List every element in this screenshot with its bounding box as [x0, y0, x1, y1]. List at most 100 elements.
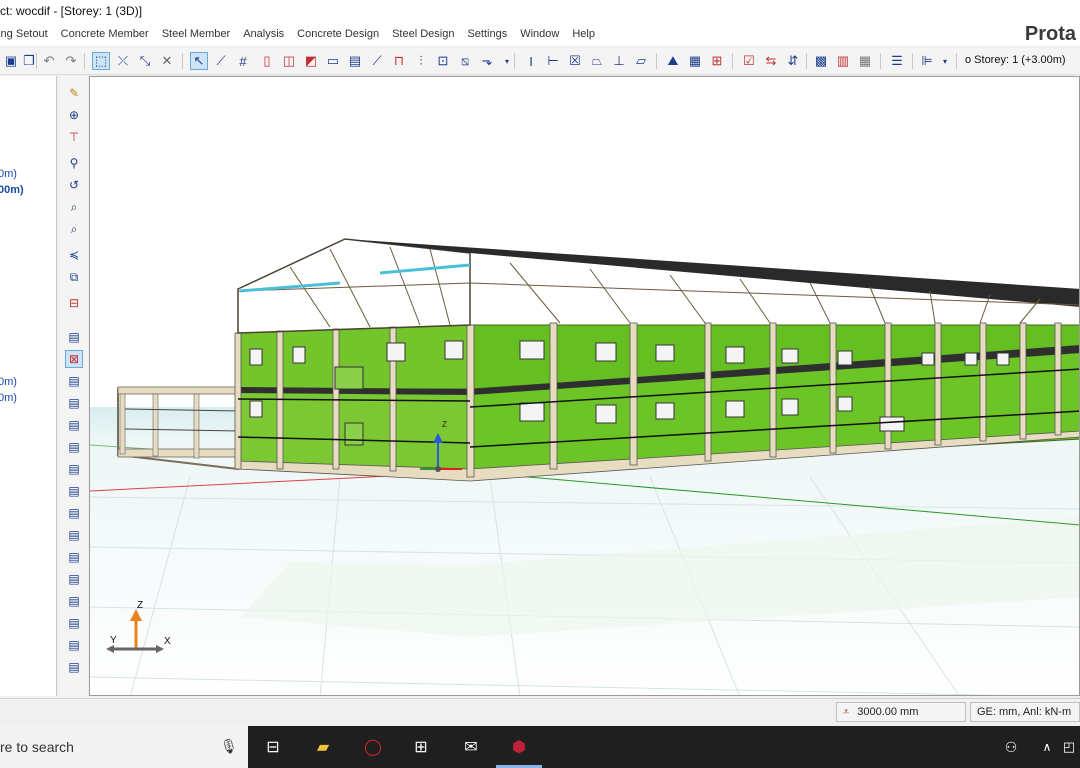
layer-icon[interactable]: ▤ [65, 658, 83, 676]
grid-icon[interactable]: # [234, 52, 252, 70]
layer-icon[interactable]: ▤ [65, 328, 83, 346]
menu-steel-member[interactable]: Steel Member [162, 28, 230, 40]
select-line-icon[interactable]: ⤡ [136, 52, 154, 70]
globe-icon[interactable]: ⊕ [65, 106, 83, 124]
pointer-icon[interactable]: ↖ [190, 52, 208, 70]
task-view-icon[interactable]: ⊟ [262, 736, 284, 758]
layer-edit-icon[interactable]: ⊠ [65, 350, 83, 368]
menu-steel-design[interactable]: Steel Design [392, 28, 454, 40]
3d-model-canvas[interactable]: Z Z Y X [90, 77, 1080, 696]
steel-column-icon[interactable]: I [522, 52, 540, 70]
measure-icon[interactable]: ≼ [65, 246, 83, 264]
network-icon[interactable]: ◰ [1058, 736, 1080, 758]
3d-viewport[interactable]: Z Z Y X [89, 76, 1080, 696]
elevation-field[interactable]: ⩡ 3000.00 mm [836, 702, 966, 722]
menu-concrete-member[interactable]: Concrete Member [61, 28, 149, 40]
footing-icon[interactable]: ⊡ [434, 52, 452, 70]
store-icon[interactable]: ⊞ [410, 736, 432, 758]
zoom-window-icon[interactable]: ⌕ [65, 198, 83, 216]
save-icon[interactable]: ▣ [2, 52, 20, 70]
truss-icon[interactable]: ⏢ [588, 52, 606, 70]
storey-tree-item[interactable]: 0m) [0, 168, 17, 180]
steel-beam-icon[interactable]: ⊢ [544, 52, 562, 70]
layer-icon[interactable]: ▤ [65, 570, 83, 588]
building-icon[interactable]: ▥ [834, 52, 852, 70]
triad-x-label: X [164, 636, 171, 647]
mail-icon[interactable]: ✉ [460, 736, 482, 758]
load-icon[interactable]: ⬎ [478, 52, 496, 70]
check-icon[interactable]: ☑ [740, 52, 758, 70]
dimension-icon[interactable]: ⟋ [212, 52, 230, 70]
brace-icon[interactable]: ⟋ [368, 52, 386, 70]
layer-icon[interactable]: ▤ [65, 460, 83, 478]
menu-building-setout[interactable]: ding Setout [0, 28, 48, 40]
wall-icon[interactable]: ◫ [280, 52, 298, 70]
file-explorer-icon[interactable]: ▰ [312, 736, 334, 758]
layer-icon[interactable]: ▤ [65, 526, 83, 544]
menu-analysis[interactable]: Analysis [243, 28, 284, 40]
axis-icon[interactable]: ⊤ [65, 128, 83, 146]
slab-icon[interactable]: ▤ [346, 52, 364, 70]
select-window-icon[interactable]: ⬚ [92, 52, 110, 70]
zoom-previous-icon[interactable]: ↺ [65, 176, 83, 194]
storey-tree-item-active[interactable]: 00m) [0, 184, 24, 196]
storey-tree-item[interactable]: 0m) [0, 376, 17, 388]
beam-icon[interactable]: ▭ [324, 52, 342, 70]
chevron-up-icon[interactable]: ∧ [1036, 736, 1058, 758]
layer-icon[interactable]: ▤ [65, 394, 83, 412]
taskbar-search[interactable]: re to search 🎙 [0, 726, 248, 768]
search-placeholder: re to search [0, 739, 74, 755]
layer-icon[interactable]: ▤ [65, 592, 83, 610]
chevron-down-icon[interactable]: ▾ [936, 52, 954, 70]
frame-icon[interactable]: ⊓ [390, 52, 408, 70]
steel-brace-icon[interactable]: ☒ [566, 52, 584, 70]
windows-taskbar: re to search 🎙 ⊟ ▰ ◯ ⊞ ✉ ⬢ ⚇ ∧ ◰ [0, 726, 1080, 768]
copy-layer-icon[interactable]: ⧉ [65, 268, 83, 286]
layer-icon[interactable]: ▤ [65, 636, 83, 654]
menu-help[interactable]: Help [572, 28, 595, 40]
stair-icon[interactable]: ⫶ [412, 52, 430, 70]
main-toolbar: ▣ ❐ ↶ ↷ ⬚ ⤫ ⤡ ✕ ↖ ⟋ # ▯ ◫ ◩ ▭ ▤ ⟋ ⊓ ⫶ ⊡ … [0, 48, 1080, 75]
undo-icon[interactable]: ↶ [40, 52, 58, 70]
steel-slab-icon[interactable]: ▱ [632, 52, 650, 70]
opera-icon[interactable]: ◯ [362, 736, 384, 758]
layer-icon[interactable]: ▤ [65, 416, 83, 434]
view-frame-icon[interactable]: ⊞ [708, 52, 726, 70]
column-icon[interactable]: ▯ [258, 52, 276, 70]
layer-icon[interactable]: ▤ [65, 548, 83, 566]
pin-icon[interactable]: ⇆ [762, 52, 780, 70]
people-icon[interactable]: ⚇ [1000, 736, 1022, 758]
zoom-extents-icon[interactable]: ⌕ [65, 220, 83, 238]
wireframe-icon[interactable]: ▦ [856, 52, 874, 70]
redo-icon[interactable]: ↷ [62, 52, 80, 70]
layer-icon[interactable]: ▤ [65, 372, 83, 390]
zoom-icon[interactable]: ⚲ [65, 154, 83, 172]
menu-concrete-design[interactable]: Concrete Design [297, 28, 379, 40]
filter-icon[interactable]: ⇵ [784, 52, 802, 70]
layer-icon[interactable]: ▤ [65, 482, 83, 500]
units-field[interactable]: GE: mm, Anl: kN-m [970, 702, 1080, 722]
menu-settings[interactable]: Settings [467, 28, 507, 40]
list-icon[interactable]: ☰ [888, 52, 906, 70]
render-icon[interactable]: ▩ [812, 52, 830, 70]
purlin-icon[interactable]: ⊥ [610, 52, 628, 70]
window-title: ct: wocdif - [Storey: 1 (3D)] [0, 4, 143, 18]
storey-tree-item[interactable]: 0m) [0, 392, 17, 404]
protastructure-icon[interactable]: ⬢ [508, 736, 530, 758]
layer-icon[interactable]: ▤ [65, 438, 83, 456]
microphone-icon[interactable]: 🎙 [220, 738, 238, 755]
layer-icon[interactable]: ▤ [65, 504, 83, 522]
section-icon[interactable]: ⊟ [65, 294, 83, 312]
shear-wall-icon[interactable]: ◩ [302, 52, 320, 70]
deselect-icon[interactable]: ✕ [158, 52, 176, 70]
view-grid-icon[interactable]: ▦ [686, 52, 704, 70]
menu-window[interactable]: Window [520, 28, 559, 40]
storey-selector[interactable]: o Storey: 1 (+3.00m) [965, 54, 1066, 66]
select-cross-icon[interactable]: ⤫ [114, 52, 132, 70]
elevation-value: 3000.00 mm [857, 706, 919, 718]
roof-icon[interactable]: ⧅ [456, 52, 474, 70]
storey-icon[interactable]: ⊫ [918, 52, 936, 70]
pencil-icon[interactable]: ✎ [65, 84, 83, 102]
view-3d-icon[interactable]: ⛰ [664, 52, 682, 70]
layer-icon[interactable]: ▤ [65, 614, 83, 632]
